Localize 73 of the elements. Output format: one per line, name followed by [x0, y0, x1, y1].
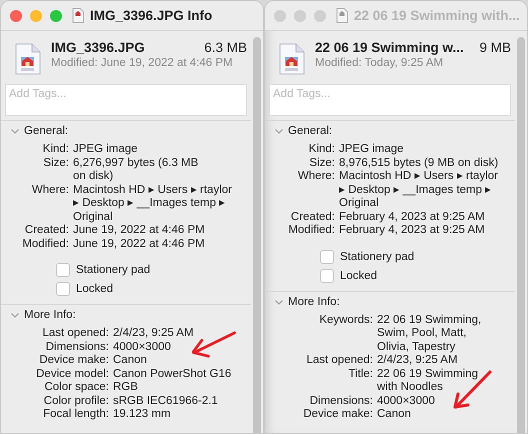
modified-date: Modified: June 19, 2022 at 4:46 PM [51, 57, 234, 69]
chevron-icon[interactable] [10, 310, 20, 320]
file-size: 9 MB [479, 40, 511, 55]
checkbox-label: Stationery pad [76, 264, 150, 276]
field-label: Created: [24, 224, 70, 238]
field-value: 4000×3000 [377, 394, 435, 408]
file-size: 6.3 MB [204, 40, 247, 55]
field-label: Device make: [38, 354, 110, 368]
checkbox[interactable] [56, 282, 70, 296]
field-value: Canon [113, 354, 147, 368]
field-value: JPEG image [339, 143, 404, 156]
field-value: 4000×3000 [113, 340, 171, 354]
field-label: Title: [348, 368, 374, 382]
field-value: 19.123 mm [113, 408, 171, 422]
field-label: Kind: [42, 143, 70, 156]
field-label: Kind: [308, 143, 336, 156]
minimize-button[interactable] [30, 10, 42, 22]
file-name: IMG_3396.JPG [51, 40, 145, 55]
file-name: 22 06 19 Swimming w... [315, 40, 464, 55]
window-title: 22 06 19 Swimming with... [354, 8, 520, 23]
field-label: Modified: [21, 238, 70, 251]
modified-date: Modified: Today, 9:25 AM [315, 57, 444, 69]
field-value: 2/4/23, 9:25 AM [377, 354, 458, 368]
field-value: February 4, 2023 at 9:25 AM [339, 210, 485, 224]
close-button[interactable] [10, 10, 22, 22]
field-value: RGB [113, 381, 138, 394]
field-label: Dimensions: [44, 340, 110, 354]
field-value: Macintosh HD ▸ Users ▸ rtaylor ▸ Desktop ▸ __Images temp ▸ Original [339, 170, 498, 210]
zoom-button[interactable] [50, 10, 62, 22]
field-value: June 19, 2022 at 4:46 PM [73, 224, 205, 238]
field-label: Created: [290, 210, 336, 224]
field-value: 22 06 19 Swimming with Noodles [377, 368, 478, 394]
field-label: Where: [30, 184, 70, 198]
field-value: 8,976,515 bytes (9 MB on disk) [339, 156, 498, 170]
field-label: Color profile: [42, 394, 110, 408]
field-label: Focal length: [42, 408, 110, 422]
field-value: JPEG image [73, 143, 138, 156]
field-value: 2/4/23, 9:25 AM [113, 327, 194, 340]
tags-field[interactable]: Add Tags... [5, 84, 247, 116]
field-label: Size: [42, 156, 70, 170]
field-label: Modified: [287, 224, 336, 238]
field-label: Size: [308, 156, 336, 170]
checkbox-label: Locked [76, 283, 114, 295]
jpeg-file-icon [279, 43, 305, 75]
section-title: General: [288, 125, 332, 137]
chevron-icon[interactable] [10, 126, 20, 136]
scrollbar[interactable] [253, 37, 261, 433]
field-value: Canon [377, 408, 411, 422]
field-value: Macintosh HD ▸ Users ▸ rtaylor ▸ Desktop ▸ __Images temp ▸ Original [73, 184, 232, 224]
field-value: sRGB IEC61966-2.1 [113, 394, 218, 408]
field-label: Last opened: [305, 354, 374, 368]
field-label: Last opened: [41, 327, 110, 340]
field-value: June 19, 2022 at 4:46 PM [73, 238, 205, 251]
field-label: Keywords: [318, 314, 374, 328]
jpeg-file-icon [15, 43, 41, 75]
field-value: 6,276,997 bytes (6.3 MB on disk) [73, 156, 198, 184]
checkbox[interactable] [56, 263, 70, 277]
field-label: Device make: [302, 408, 374, 422]
window-title: IMG_3396.JPG Info [90, 8, 212, 23]
section-title: More Info: [288, 296, 340, 308]
field-value: Canon PowerShot G16 [113, 368, 232, 381]
field-label: Color space: [43, 381, 110, 394]
field-value: February 4, 2023 at 9:25 AM [339, 224, 485, 238]
field-label: Device model: [35, 368, 110, 381]
field-label: Where: [296, 170, 336, 184]
file-icon [336, 8, 348, 23]
section-title: More Info: [24, 309, 76, 321]
field-value: 22 06 19 Swimming, Swim, Pool, Matt, Olivia, Tapestry [377, 314, 482, 354]
section-title: General: [24, 125, 68, 137]
file-icon [72, 8, 84, 23]
checkbox-label: Locked [340, 270, 378, 282]
field-label: Dimensions: [308, 394, 374, 408]
checkbox-label: Stationery pad [340, 250, 414, 262]
